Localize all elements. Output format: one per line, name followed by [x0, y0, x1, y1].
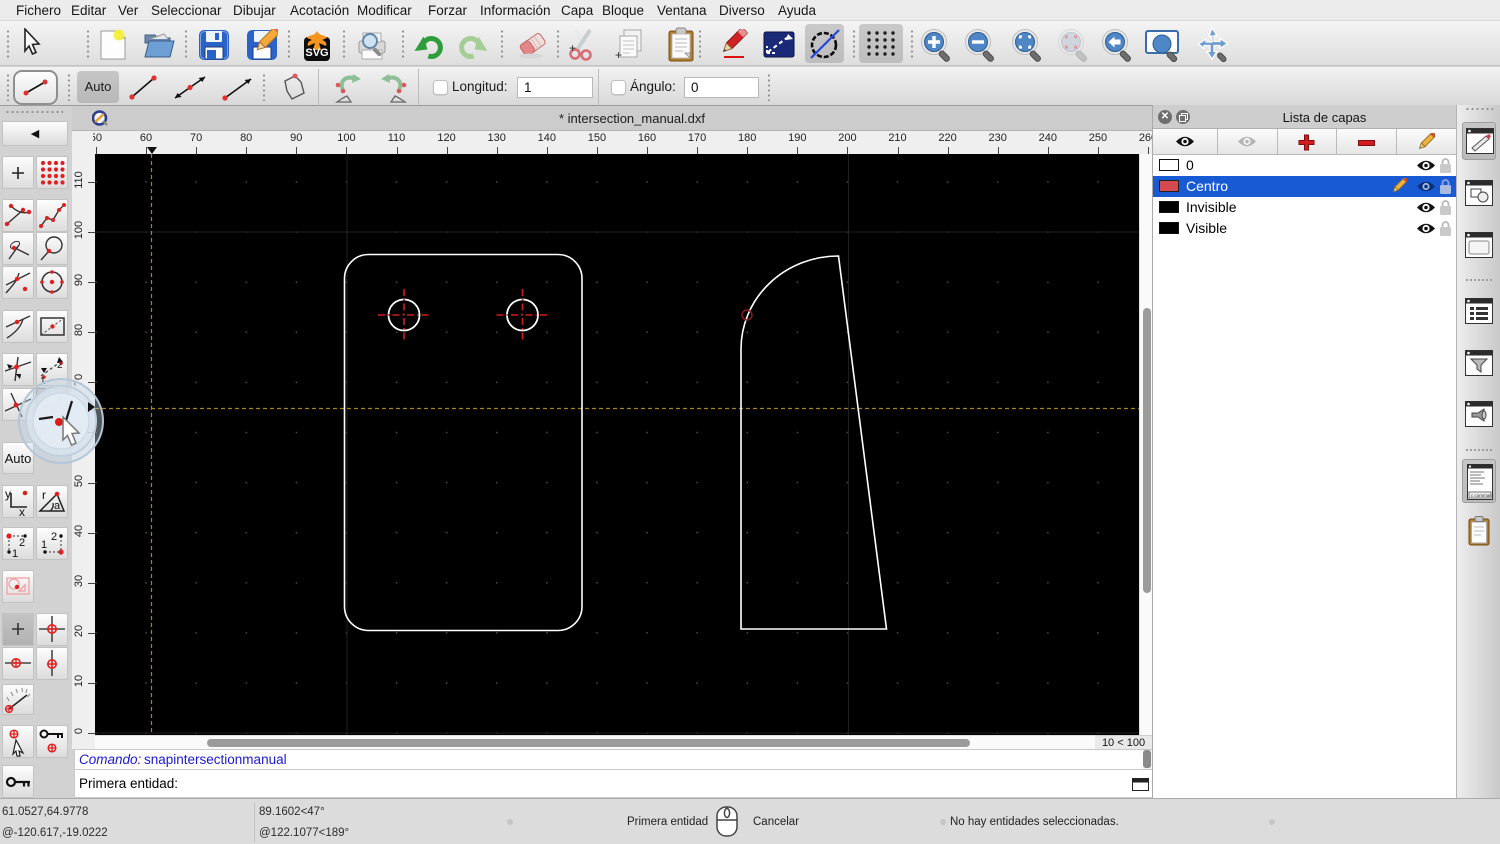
svg-text:2: 2 [19, 537, 25, 549]
svg-text:r: r [42, 488, 46, 502]
svg-text:c command: c command [1471, 493, 1493, 498]
svg-text:1: 1 [12, 548, 18, 559]
svg-text:+: + [569, 41, 576, 55]
svg-text:2: 2 [51, 531, 57, 543]
svg-text:+: + [615, 48, 622, 62]
svg-text:a: a [54, 500, 61, 512]
svg-text:SVG: SVG [305, 47, 328, 59]
svg-text:2: 2 [57, 360, 63, 371]
svg-text:x: x [19, 505, 25, 517]
svg-text:y: y [5, 487, 11, 501]
svg-text:1: 1 [41, 539, 47, 551]
